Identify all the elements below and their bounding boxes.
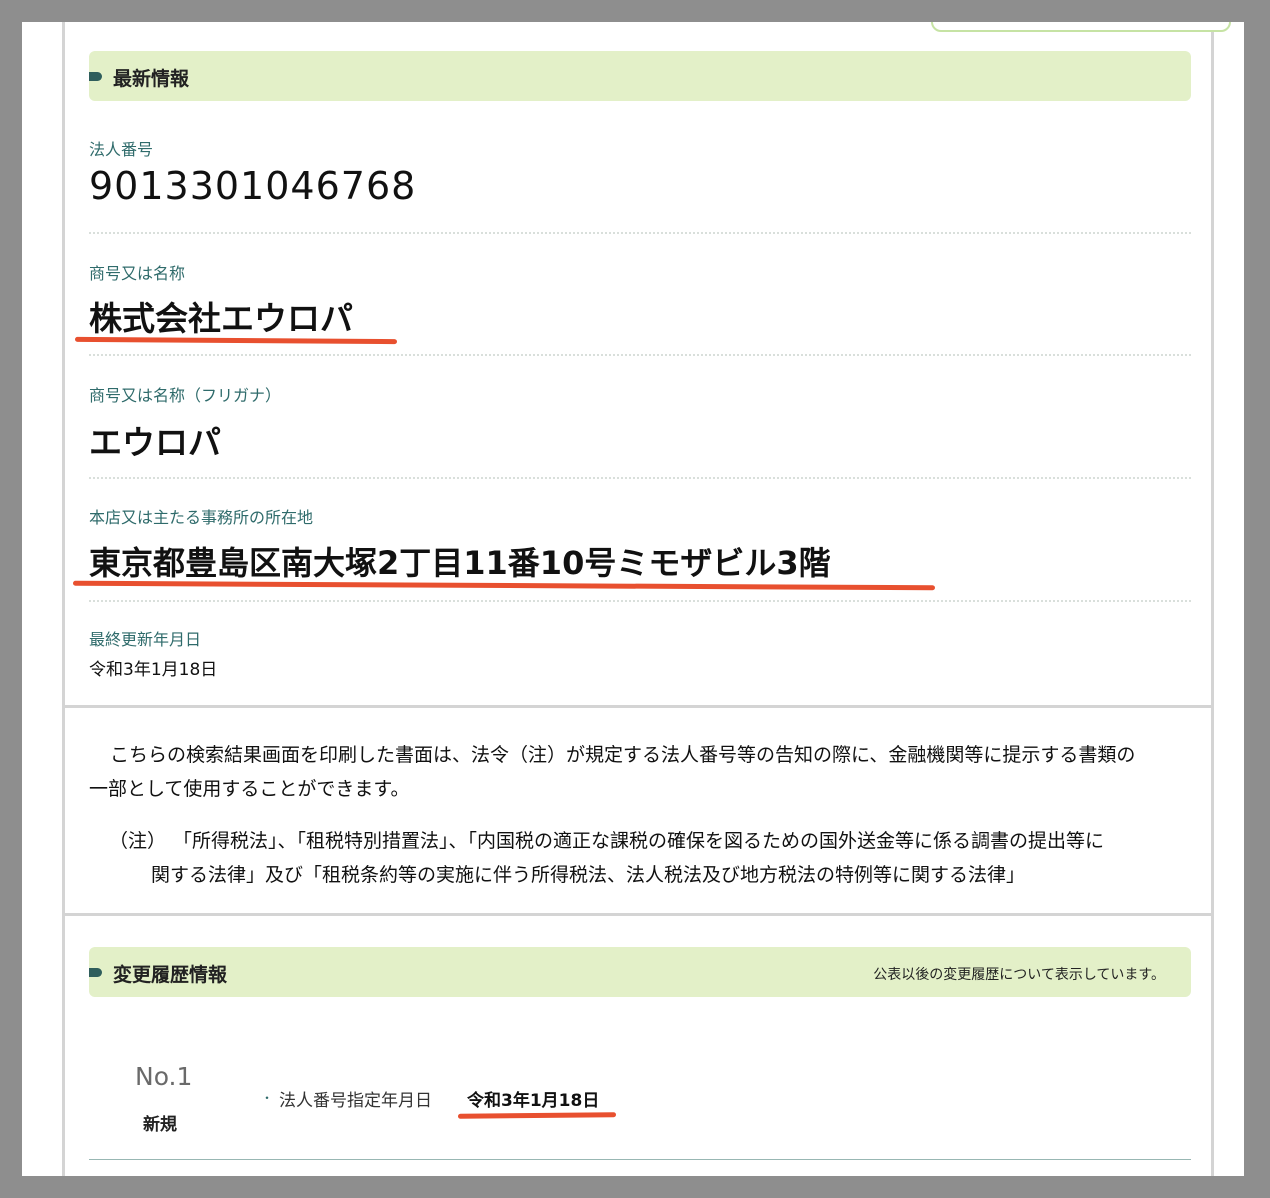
latest-info-card: 最新情報 法人番号 9013301046768 商号又は名称 株式会社エウロパ …	[62, 22, 1231, 708]
address-label: 本店又は主たる事務所の所在地	[89, 508, 314, 527]
header-marker-icon	[89, 72, 102, 81]
history-divider	[89, 1159, 1191, 1160]
history-item-label: 法人番号指定年月日	[279, 1091, 432, 1111]
divider-dotted	[89, 354, 1191, 356]
address-value: 東京都豊島区南大塚2丁目11番10号ミモザビル3階	[89, 544, 831, 582]
notice-paragraph-line2: 一部として使用することができます。	[89, 778, 410, 800]
note-line2: 関する法律」及び「租税条約等の実施に伴う所得税法、法人税法及び地方税法の特例等に…	[151, 864, 1026, 886]
corporate-number-label: 法人番号	[89, 140, 154, 159]
date-annotation-underline	[457, 1112, 617, 1119]
history-note: 公表以後の変更履歴について表示しています。	[873, 967, 1165, 983]
name-annotation-underline	[74, 336, 398, 345]
history-item-date: 令和3年1月18日	[467, 1091, 600, 1111]
divider-dotted	[89, 232, 1191, 234]
history-item-type: 新規	[143, 1115, 177, 1135]
name-value: 株式会社エウロパ	[89, 299, 353, 338]
latest-info-title: 最新情報	[113, 68, 190, 90]
top-tab-outline[interactable]	[931, 22, 1231, 32]
header-marker-icon	[89, 968, 102, 977]
updated-value: 令和3年1月18日	[89, 660, 218, 680]
page: 最新情報 法人番号 9013301046768 商号又は名称 株式会社エウロパ …	[22, 22, 1244, 1176]
history-item-number: No.1	[135, 1062, 193, 1091]
notice-card: こちらの検索結果画面を印刷した書面は、法令（注）が規定する法人番号等の告知の際に…	[62, 708, 1214, 916]
corporate-number-value: 9013301046768	[89, 164, 417, 208]
note-line1: 「所得税法」、「租税特別措置法」、「内国税の適正な課税の確保を図るための国外送金…	[173, 830, 1105, 852]
notice-paragraph-line1: こちらの検索結果画面を印刷した書面は、法令（注）が規定する法人番号等の告知の際に…	[110, 744, 1136, 766]
divider-dotted	[89, 600, 1191, 602]
updated-label: 最終更新年月日	[89, 630, 202, 649]
history-card: 変更履歴情報 公表以後の変更履歴について表示しています。 No.1 新規 ・ 法…	[62, 916, 1214, 1176]
note-mark: （注）	[109, 830, 167, 852]
history-header: 変更履歴情報 公表以後の変更履歴について表示しています。	[89, 947, 1191, 997]
bullet-icon: ・	[261, 1091, 274, 1105]
name-label: 商号又は名称	[89, 264, 186, 283]
furigana-value: エウロパ	[89, 423, 221, 462]
history-title: 変更履歴情報	[113, 964, 228, 986]
furigana-label: 商号又は名称（フリガナ）	[89, 386, 282, 405]
latest-info-header: 最新情報	[89, 51, 1191, 101]
divider-dotted	[89, 477, 1191, 479]
